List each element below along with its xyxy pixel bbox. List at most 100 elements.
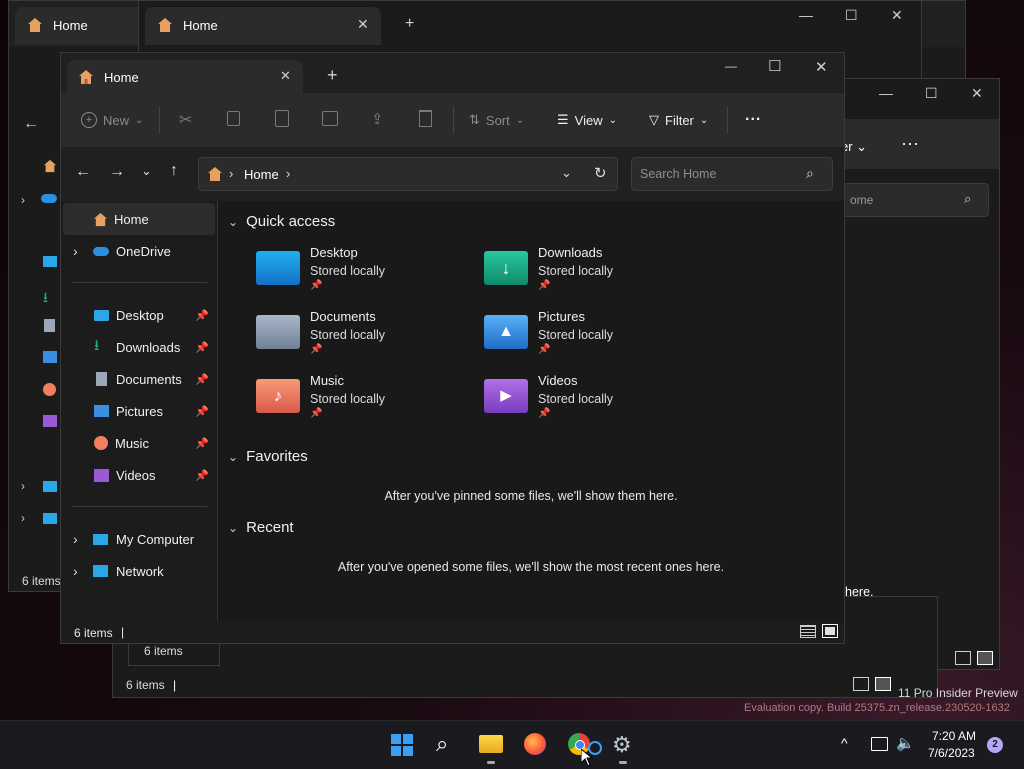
- maximize-icon[interactable]: ☐: [925, 85, 938, 102]
- pin-icon[interactable]: 📌: [195, 373, 209, 386]
- close-tab-icon[interactable]: ✕: [280, 68, 291, 84]
- clock-date[interactable]: 7/6/2023: [928, 746, 975, 760]
- sidebar-item-music[interactable]: Music 📌: [63, 427, 215, 459]
- chevron-right-icon[interactable]: ›: [73, 563, 93, 579]
- show-hidden-icons-icon[interactable]: ^: [841, 735, 848, 751]
- tiles-view-icon[interactable]: [875, 677, 891, 691]
- sidebar-item-label: Documents: [116, 371, 182, 387]
- sidebar-item-label: Pictures: [116, 403, 163, 419]
- chevron-down-icon: ⌄: [515, 114, 525, 126]
- breadcrumb-chevron-icon[interactable]: ›: [286, 166, 290, 181]
- pin-icon[interactable]: 📌: [195, 469, 209, 482]
- sidebar-item-desktop[interactable]: Desktop 📌: [63, 299, 215, 331]
- back-arrow-icon[interactable]: ←: [75, 163, 91, 181]
- quick-access-item-desktop[interactable]: Desktop Stored locally 📌: [256, 245, 385, 291]
- search-box[interactable]: Search Home ⌕: [631, 157, 833, 191]
- running-indicator: [487, 761, 495, 764]
- minimize-icon[interactable]: —: [799, 7, 813, 23]
- clock-time[interactable]: 7:20 AM: [932, 729, 976, 743]
- details-view-icon[interactable]: [853, 677, 869, 691]
- filter-button[interactable]: ▽ Filter ⌄: [649, 112, 708, 128]
- back-arrow-icon[interactable]: ←: [23, 115, 39, 133]
- rename-icon[interactable]: [322, 111, 338, 126]
- search-icon[interactable]: ⌕: [436, 731, 448, 757]
- sidebar-item-documents[interactable]: Documents 📌: [63, 363, 215, 395]
- pin-icon[interactable]: 📌: [195, 309, 209, 322]
- pin-icon[interactable]: 📌: [195, 405, 209, 418]
- chevron-right-icon[interactable]: ›: [73, 243, 93, 259]
- refresh-icon[interactable]: ↻: [594, 164, 607, 182]
- volume-icon[interactable]: 🔈: [896, 734, 915, 752]
- explorer-window: Home ✕ + — ☐ ✕ + New ⌄ ✂ ⇪ ⇅ Sort ⌄ ☰ Vi…: [60, 52, 845, 644]
- close-icon[interactable]: ✕: [971, 85, 983, 102]
- share-icon[interactable]: ⇪: [371, 110, 384, 128]
- navigation-bar: ← → ⌄ ↑ › Home › ⌄ ↻ Search Home ⌕: [61, 147, 844, 201]
- back-window-1-tab[interactable]: Home: [15, 7, 145, 45]
- paste-icon[interactable]: [275, 110, 289, 127]
- maximize-icon[interactable]: ☐: [768, 57, 781, 75]
- quick-access-item-music[interactable]: ♪ Music Stored locally 📌: [256, 373, 385, 419]
- sidebar-item-network[interactable]: › Network: [63, 555, 215, 587]
- back-window-3-search[interactable]: ome ⌕: [843, 183, 989, 217]
- back-window-4-status: 6 items: [126, 678, 165, 692]
- sort-button[interactable]: ⇅ Sort ⌄: [469, 112, 524, 128]
- maximize-icon[interactable]: ☐: [845, 7, 858, 24]
- up-arrow-icon[interactable]: ↑: [170, 162, 178, 180]
- more-options-icon[interactable]: ...: [745, 107, 761, 125]
- sidebar-item-label: Desktop: [116, 307, 164, 323]
- chevron-right-icon[interactable]: ›: [73, 531, 93, 547]
- sidebar-item-onedrive[interactable]: › OneDrive: [63, 235, 215, 267]
- minimize-icon[interactable]: —: [879, 85, 893, 101]
- details-view-icon[interactable]: [800, 625, 816, 638]
- quick-access-item-downloads[interactable]: ↓ Downloads Stored locally 📌: [484, 245, 613, 291]
- settings-icon[interactable]: ⚙: [612, 732, 632, 758]
- more-icon[interactable]: ···: [901, 133, 919, 154]
- pin-icon[interactable]: 📌: [195, 341, 209, 354]
- view-button[interactable]: ☰ View ⌄: [557, 112, 617, 128]
- pin-icon: 📌: [538, 408, 551, 419]
- recent-locations-icon[interactable]: ⌄: [141, 163, 152, 179]
- breadcrumb-chevron-icon[interactable]: ›: [229, 166, 233, 181]
- sidebar-item-pictures[interactable]: Pictures 📌: [63, 395, 215, 427]
- notification-badge[interactable]: 2: [987, 737, 1003, 753]
- delete-icon[interactable]: [419, 110, 432, 127]
- new-tab-icon[interactable]: +: [327, 65, 338, 86]
- cut-icon[interactable]: ✂: [179, 110, 192, 130]
- close-icon[interactable]: ✕: [891, 7, 903, 24]
- tiles-view-icon[interactable]: [822, 624, 838, 638]
- new-tab-icon[interactable]: +: [405, 15, 414, 33]
- favorites-header[interactable]: ⌄ Favorites: [228, 448, 308, 465]
- recent-header[interactable]: ⌄ Recent: [228, 519, 294, 536]
- sidebar-item-my-computer[interactable]: › My Computer: [63, 523, 215, 555]
- chevron-right-icon[interactable]: ›: [21, 193, 25, 207]
- quick-access-item-pictures[interactable]: ▲ Pictures Stored locally 📌: [484, 309, 613, 355]
- sidebar-item-home[interactable]: Home: [63, 203, 215, 235]
- new-button[interactable]: + New ⌄: [81, 112, 143, 128]
- sidebar-item-videos[interactable]: Videos 📌: [63, 459, 215, 491]
- close-icon[interactable]: ✕: [815, 58, 828, 76]
- item-location: Stored locally: [538, 264, 614, 278]
- quick-access-header[interactable]: ⌄ Quick access: [228, 213, 335, 230]
- minimize-icon[interactable]: —: [725, 59, 737, 73]
- network-status-icon[interactable]: [871, 737, 888, 751]
- file-explorer-icon[interactable]: [479, 735, 503, 753]
- address-dropdown-icon[interactable]: ⌄: [561, 165, 572, 181]
- tiles-view-icon[interactable]: [977, 651, 993, 665]
- sidebar-item-downloads[interactable]: ⭳ Downloads 📌: [63, 331, 215, 363]
- breadcrumb-home[interactable]: Home: [244, 167, 279, 182]
- chevron-right-icon[interactable]: ›: [21, 511, 25, 525]
- chevron-right-icon[interactable]: ›: [21, 479, 25, 493]
- details-view-icon[interactable]: [955, 651, 971, 665]
- address-bar[interactable]: › Home › ⌄ ↻: [198, 157, 618, 191]
- back-window-2-tab[interactable]: Home ✕: [145, 7, 381, 45]
- forward-arrow-icon[interactable]: →: [109, 163, 125, 181]
- quick-access-item-videos[interactable]: ▶ Videos Stored locally 📌: [484, 373, 613, 419]
- pin-icon[interactable]: 📌: [195, 437, 209, 450]
- copy-icon[interactable]: [227, 111, 240, 126]
- firefox-icon[interactable]: [524, 733, 546, 755]
- close-tab-icon[interactable]: ✕: [357, 16, 369, 33]
- quick-access-item-documents[interactable]: Documents Stored locally 📌: [256, 309, 385, 355]
- tab-home[interactable]: Home ✕: [67, 60, 303, 94]
- item-name: Downloads: [538, 245, 603, 260]
- start-button[interactable]: [391, 734, 413, 756]
